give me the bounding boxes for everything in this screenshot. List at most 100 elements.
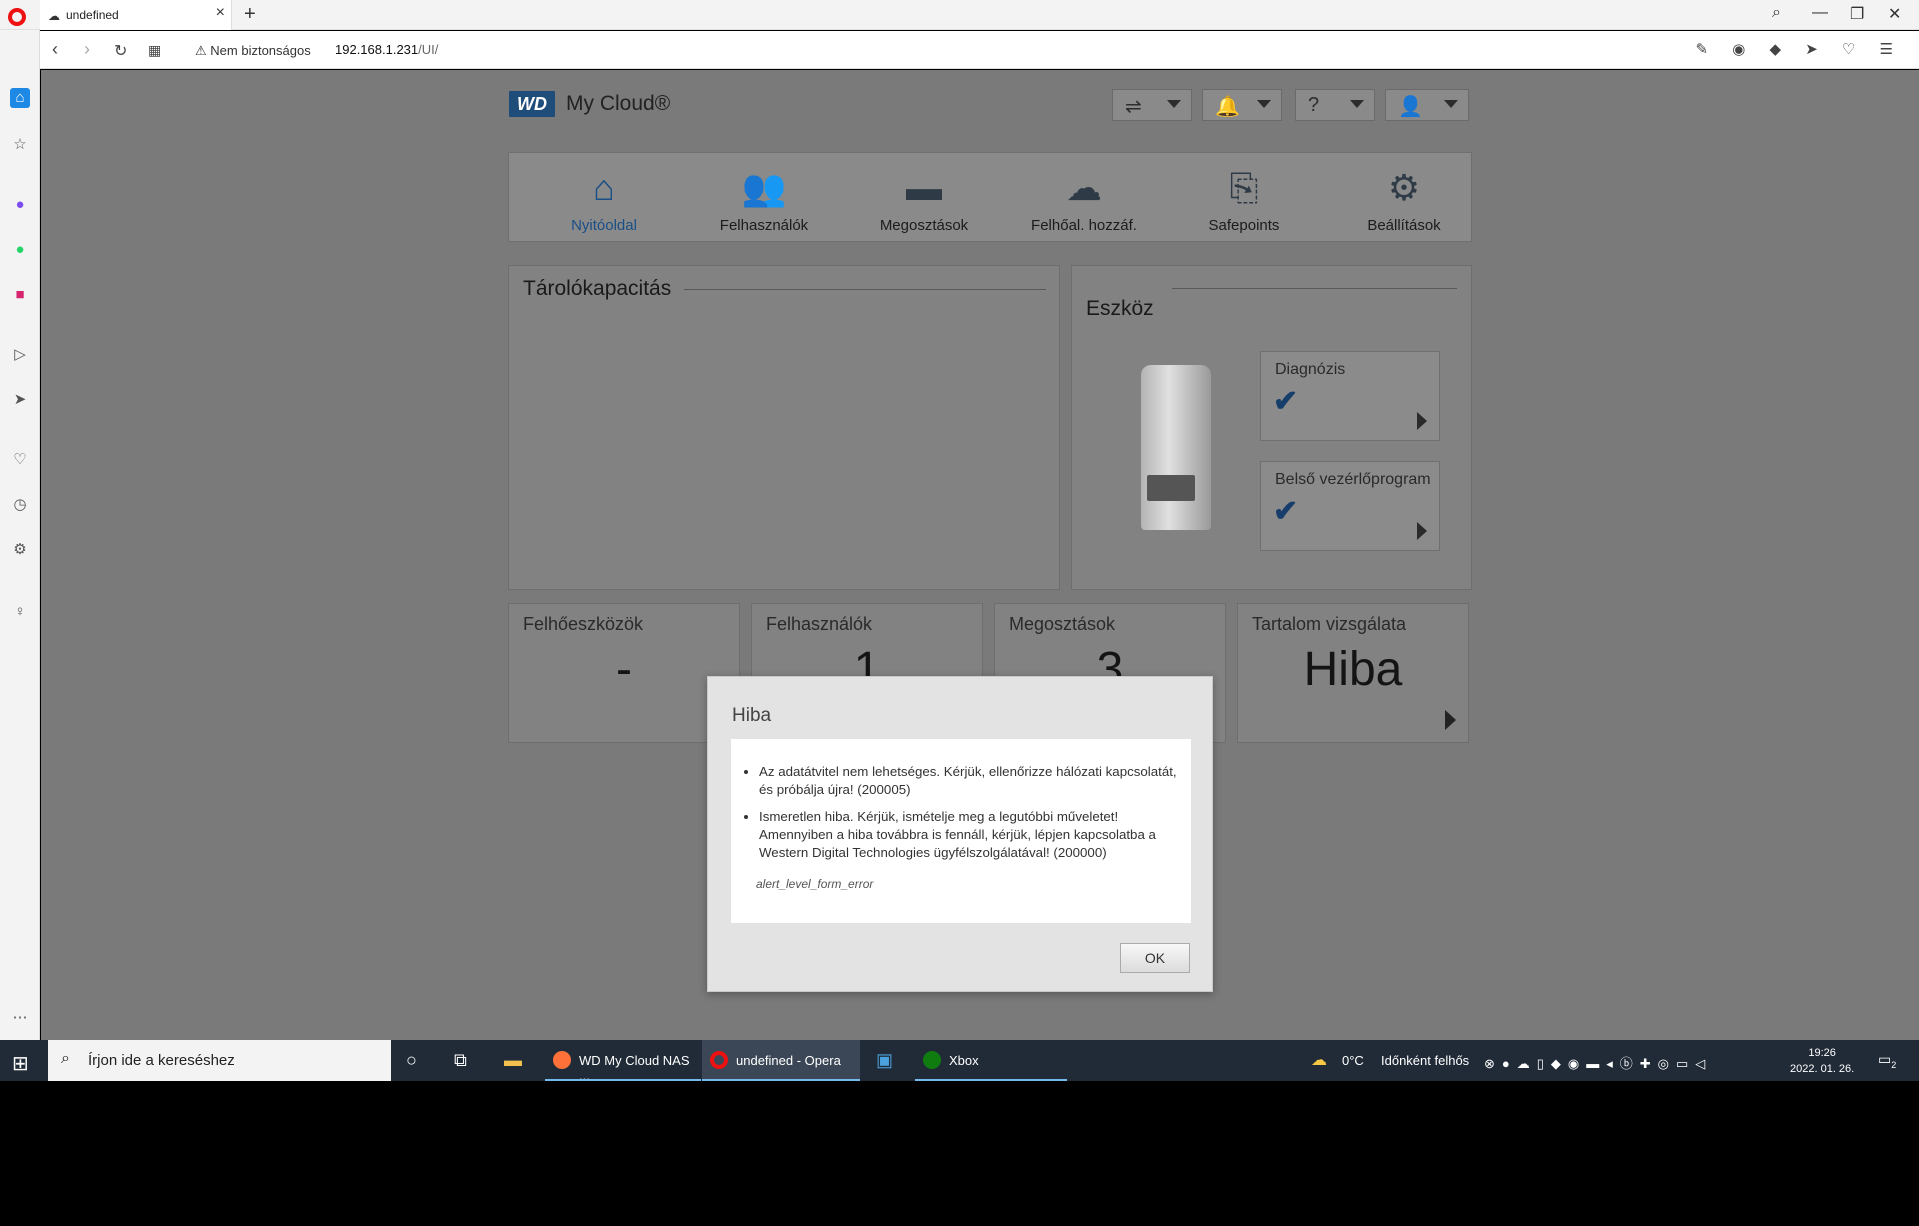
stat-label: Felhasználók xyxy=(766,614,873,634)
gear-icon: ⚙ xyxy=(1387,167,1421,208)
store-icon[interactable]: ▣ xyxy=(876,1050,893,1071)
tips-icon[interactable]: ♀ xyxy=(10,602,30,622)
taskbar-app-xbox[interactable]: Xbox xyxy=(915,1040,1067,1081)
security-label: Nem biztonságos xyxy=(210,43,311,58)
speed-dial-icon[interactable]: ⌂ xyxy=(10,88,30,108)
taskbar-app-firefox[interactable]: WD My Cloud NAS ... xyxy=(545,1040,701,1083)
help-button[interactable]: ? xyxy=(1295,89,1375,121)
check-icon: ✔ xyxy=(1273,385,1299,418)
windows-start-icon[interactable]: ⊞ xyxy=(12,1051,29,1076)
error-message: Az adatátvitel nem lehetséges. Kérjük, e… xyxy=(759,763,1179,799)
forward-icon[interactable]: › xyxy=(84,39,90,60)
nav-label: Megosztások xyxy=(879,217,969,234)
nav-cloud-access[interactable]: ☁ Felhőal. hozzáf. xyxy=(1009,153,1159,243)
usb-icon: ⇌ xyxy=(1125,96,1142,118)
instagram-icon[interactable]: ■ xyxy=(10,285,30,305)
task-view-icon[interactable]: ⧉ xyxy=(454,1050,467,1071)
weather-text[interactable]: Időnként felhős xyxy=(1381,1053,1469,1068)
opera-logo-icon[interactable] xyxy=(8,8,26,26)
security-warning[interactable]: ⚠ Nem biztonságos xyxy=(195,43,311,59)
weather-temp[interactable]: 0°C xyxy=(1342,1053,1364,1068)
nav-label: Felhőal. hozzáf. xyxy=(1031,217,1137,234)
browser-tab-bar: ☁ undefined × + ⌕ — ❐ ✕ xyxy=(0,0,1919,30)
nav-users[interactable]: 👥 Felhasználók xyxy=(689,153,839,243)
player-icon[interactable]: ▷ xyxy=(10,345,30,365)
browser-tab[interactable]: ☁ undefined × xyxy=(40,0,232,30)
taskbar-app-opera[interactable]: undefined - Opera xyxy=(702,1040,860,1081)
url-host: 192.168.1.231 xyxy=(335,42,419,57)
clock[interactable]: 19:26 2022. 01. 26. xyxy=(1790,1045,1854,1077)
folder-icon: ▬ xyxy=(906,167,942,208)
app-label: Xbox xyxy=(949,1053,979,1068)
stat-label: Megosztások xyxy=(1009,614,1116,634)
error-code: alert_level_form_error xyxy=(756,877,874,891)
tab-title: undefined xyxy=(66,8,119,22)
stat-value: Hiba xyxy=(1303,643,1403,696)
device-panel: Eszköz Diagnózis ✔ Belső vezérlőprogram … xyxy=(1071,265,1472,590)
flow-icon[interactable]: ➤ xyxy=(10,390,30,410)
more-icon[interactable]: ⋯ xyxy=(10,1008,30,1028)
file-explorer-icon[interactable]: ▬ xyxy=(504,1050,522,1071)
bookmarks-icon[interactable]: ☆ xyxy=(10,135,30,155)
new-tab-button[interactable]: + xyxy=(244,3,256,26)
time: 19:26 xyxy=(1808,1047,1836,1059)
nav-safepoints[interactable]: ⎘ Safepoints xyxy=(1169,153,1319,243)
nav-label: Felhasználók xyxy=(719,217,809,234)
close-window-icon[interactable]: ✕ xyxy=(1888,4,1901,24)
user-icon: 👤 xyxy=(1398,96,1423,118)
usb-button[interactable]: ⇌ xyxy=(1112,89,1192,121)
nas-device-image xyxy=(1141,365,1211,530)
nav-label: Beállítások xyxy=(1367,217,1441,234)
app-label: undefined - Opera xyxy=(736,1053,841,1068)
arrow-right-icon xyxy=(1417,412,1427,430)
toolbar-icons[interactable]: ✎ ◉ ◆ ➤ ♡ ☰ xyxy=(1696,40,1904,58)
notification-center-icon[interactable]: ▭2 xyxy=(1878,1051,1896,1070)
notifications-button[interactable]: 🔔 xyxy=(1202,89,1282,121)
diagnosis-card[interactable]: Diagnózis ✔ xyxy=(1260,351,1440,441)
whatsapp-icon[interactable]: ● xyxy=(10,240,30,260)
home-icon: ⌂ xyxy=(593,167,615,208)
reload-icon[interactable]: ↻ xyxy=(114,41,127,61)
taskbar-search[interactable]: ⌕ Írjon ide a kereséshez xyxy=(48,1040,391,1081)
nav-shares[interactable]: ▬ Megosztások xyxy=(849,153,999,243)
nav-home[interactable]: ⌂ Nyitóoldal xyxy=(529,153,679,243)
history-icon[interactable]: ◷ xyxy=(10,495,30,515)
cortana-icon[interactable]: ○ xyxy=(406,1050,417,1071)
firmware-card[interactable]: Belső vezérlőprogram ✔ xyxy=(1260,461,1440,551)
tab-close-icon[interactable]: × xyxy=(216,4,225,22)
nav-label: Nyitóoldal xyxy=(571,217,637,234)
weather-icon[interactable]: ☁ xyxy=(1311,1050,1327,1070)
cloud-access-icon: ☁ xyxy=(1066,167,1102,208)
error-list: Az adatátvitel nem lehetséges. Kérjük, e… xyxy=(759,763,1179,871)
main-nav: ⌂ Nyitóoldal 👥 Felhasználók ▬ Megosztáso… xyxy=(508,152,1472,242)
cloud-favicon-icon: ☁ xyxy=(48,9,60,23)
empty-area xyxy=(0,1081,1919,1226)
diagnosis-label: Diagnózis xyxy=(1275,361,1346,378)
device-title: Eszköz xyxy=(1086,297,1154,320)
messenger-icon[interactable]: ● xyxy=(10,195,30,215)
heart-icon[interactable]: ♡ xyxy=(10,450,30,470)
date: 2022. 01. 26. xyxy=(1790,1063,1855,1075)
user-button[interactable]: 👤 xyxy=(1385,89,1469,121)
opera-icon xyxy=(710,1051,728,1069)
storage-title: Tárolókapacitás xyxy=(523,277,672,300)
safepoint-icon: ⎘ xyxy=(1229,167,1259,208)
system-tray-icons[interactable]: ⊗●☁▯◆◉▬◂ⓑ✚◎▭◁ xyxy=(1484,1053,1712,1072)
stat-cloud-devices[interactable]: Felhőeszközök - xyxy=(508,603,740,743)
screen: ☁ undefined × + ⌕ — ❐ ✕ ‹ › ↻ ▦ ⚠ Nem bi… xyxy=(0,0,1919,1226)
settings-icon[interactable]: ⚙ xyxy=(10,540,30,560)
nav-settings[interactable]: ⚙ Beállítások xyxy=(1329,153,1479,243)
address-bar: ‹ › ↻ ▦ ⚠ Nem biztonságos 192.168.1.231/… xyxy=(40,31,1919,69)
tab-grid-icon[interactable]: ▦ xyxy=(148,42,161,59)
firefox-icon xyxy=(553,1051,571,1069)
windows-taskbar: ⊞ ⌕ Írjon ide a kereséshez ○ ⧉ ▬ WD My C… xyxy=(0,1040,1919,1083)
nas-front-panel xyxy=(1147,475,1195,501)
search-tabs-icon[interactable]: ⌕ xyxy=(1772,4,1781,22)
ok-button[interactable]: OK xyxy=(1120,943,1190,973)
back-icon[interactable]: ‹ xyxy=(52,39,58,60)
restore-icon[interactable]: ❐ xyxy=(1850,4,1864,24)
stat-content-scan[interactable]: Tartalom vizsgálata Hiba xyxy=(1237,603,1469,743)
url-field[interactable]: 192.168.1.231/UI/ xyxy=(335,42,438,57)
firmware-label: Belső vezérlőprogram xyxy=(1275,471,1431,488)
minimize-icon[interactable]: — xyxy=(1812,4,1828,22)
